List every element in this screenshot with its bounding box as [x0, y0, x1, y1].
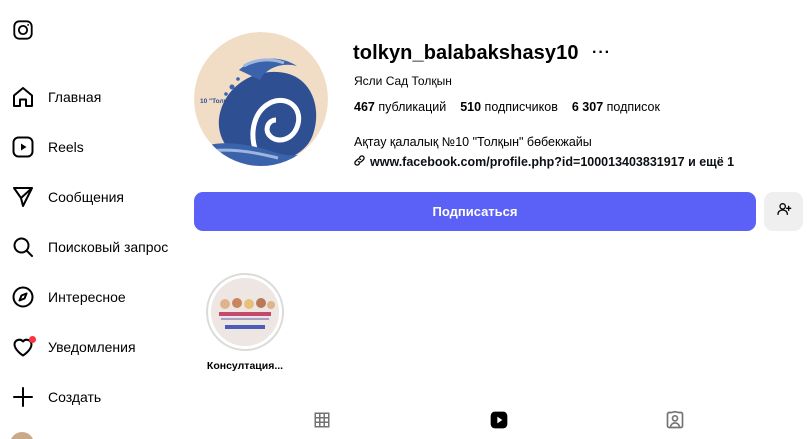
- sidebar-item-explore[interactable]: Интересное: [10, 282, 126, 312]
- sidebar-item-label: Reels: [48, 139, 84, 155]
- highlight-label: Консултация...: [206, 360, 284, 372]
- profile-full-name: Ясли Сад Толқын: [354, 74, 452, 88]
- link-icon: [353, 154, 366, 170]
- sidebar-item-create[interactable]: Создать: [10, 382, 101, 412]
- follow-button[interactable]: Подписаться: [194, 192, 756, 231]
- sidebar-item-label: Сообщения: [48, 189, 124, 205]
- add-person-icon: [776, 201, 792, 222]
- sidebar: Главная Reels Сообщения Поисковый запрос: [0, 0, 190, 439]
- send-icon: [10, 184, 36, 210]
- tagged-icon: [665, 410, 685, 435]
- home-icon: [10, 84, 36, 110]
- search-icon: [10, 234, 36, 260]
- notification-dot: [29, 336, 36, 343]
- reels-icon: [489, 410, 509, 435]
- sidebar-item-search[interactable]: Поисковый запрос: [10, 232, 168, 262]
- story-highlight[interactable]: [206, 273, 284, 351]
- profile-avatar-nav[interactable]: [10, 432, 34, 439]
- sidebar-item-label: Интересное: [48, 289, 126, 305]
- heart-icon: [10, 334, 36, 360]
- compass-icon: [10, 284, 36, 310]
- profile-stats: 467 публикаций 510 подписчиков 6 307 под…: [354, 100, 660, 114]
- profile-link-text: www.facebook.com/profile.php?id=10001340…: [370, 155, 735, 169]
- instagram-icon[interactable]: [12, 19, 34, 41]
- more-options-button[interactable]: ···: [592, 44, 611, 62]
- sidebar-item-label: Поисковый запрос: [48, 239, 169, 255]
- profile-link[interactable]: www.facebook.com/profile.php?id=10001340…: [353, 154, 734, 170]
- plus-icon: [10, 384, 36, 410]
- profile-picture-caption: 10 "Толқын" б/м: [200, 98, 252, 105]
- suggested-accounts-button[interactable]: [764, 192, 803, 231]
- posts-stat: 467 публикаций: [354, 100, 447, 114]
- sidebar-item-messages[interactable]: Сообщения: [10, 182, 124, 212]
- tab-reels[interactable]: [488, 411, 510, 433]
- reels-icon: [10, 134, 36, 160]
- profile-picture[interactable]: 10 "Толқын" б/м: [194, 32, 328, 166]
- sidebar-item-reels[interactable]: Reels: [10, 132, 84, 162]
- sidebar-item-label: Уведомления: [48, 339, 136, 355]
- following-stat[interactable]: 6 307 подписок: [572, 100, 660, 114]
- profile-bio: Ақтау қалалық №10 "Толқын" бөбекжайы: [354, 135, 592, 149]
- sidebar-item-notifications[interactable]: Уведомления: [10, 332, 136, 362]
- highlight-cover: [211, 278, 279, 346]
- grid-icon: [313, 411, 331, 434]
- profile-username: tolkyn_balabakshasy10: [353, 42, 579, 64]
- sidebar-item-label: Создать: [48, 389, 102, 405]
- followers-stat[interactable]: 510 подписчиков: [460, 100, 558, 114]
- tab-tagged[interactable]: [664, 410, 686, 435]
- sidebar-item-home[interactable]: Главная: [10, 82, 101, 112]
- tab-posts[interactable]: [311, 411, 333, 433]
- sidebar-item-label: Главная: [48, 89, 102, 105]
